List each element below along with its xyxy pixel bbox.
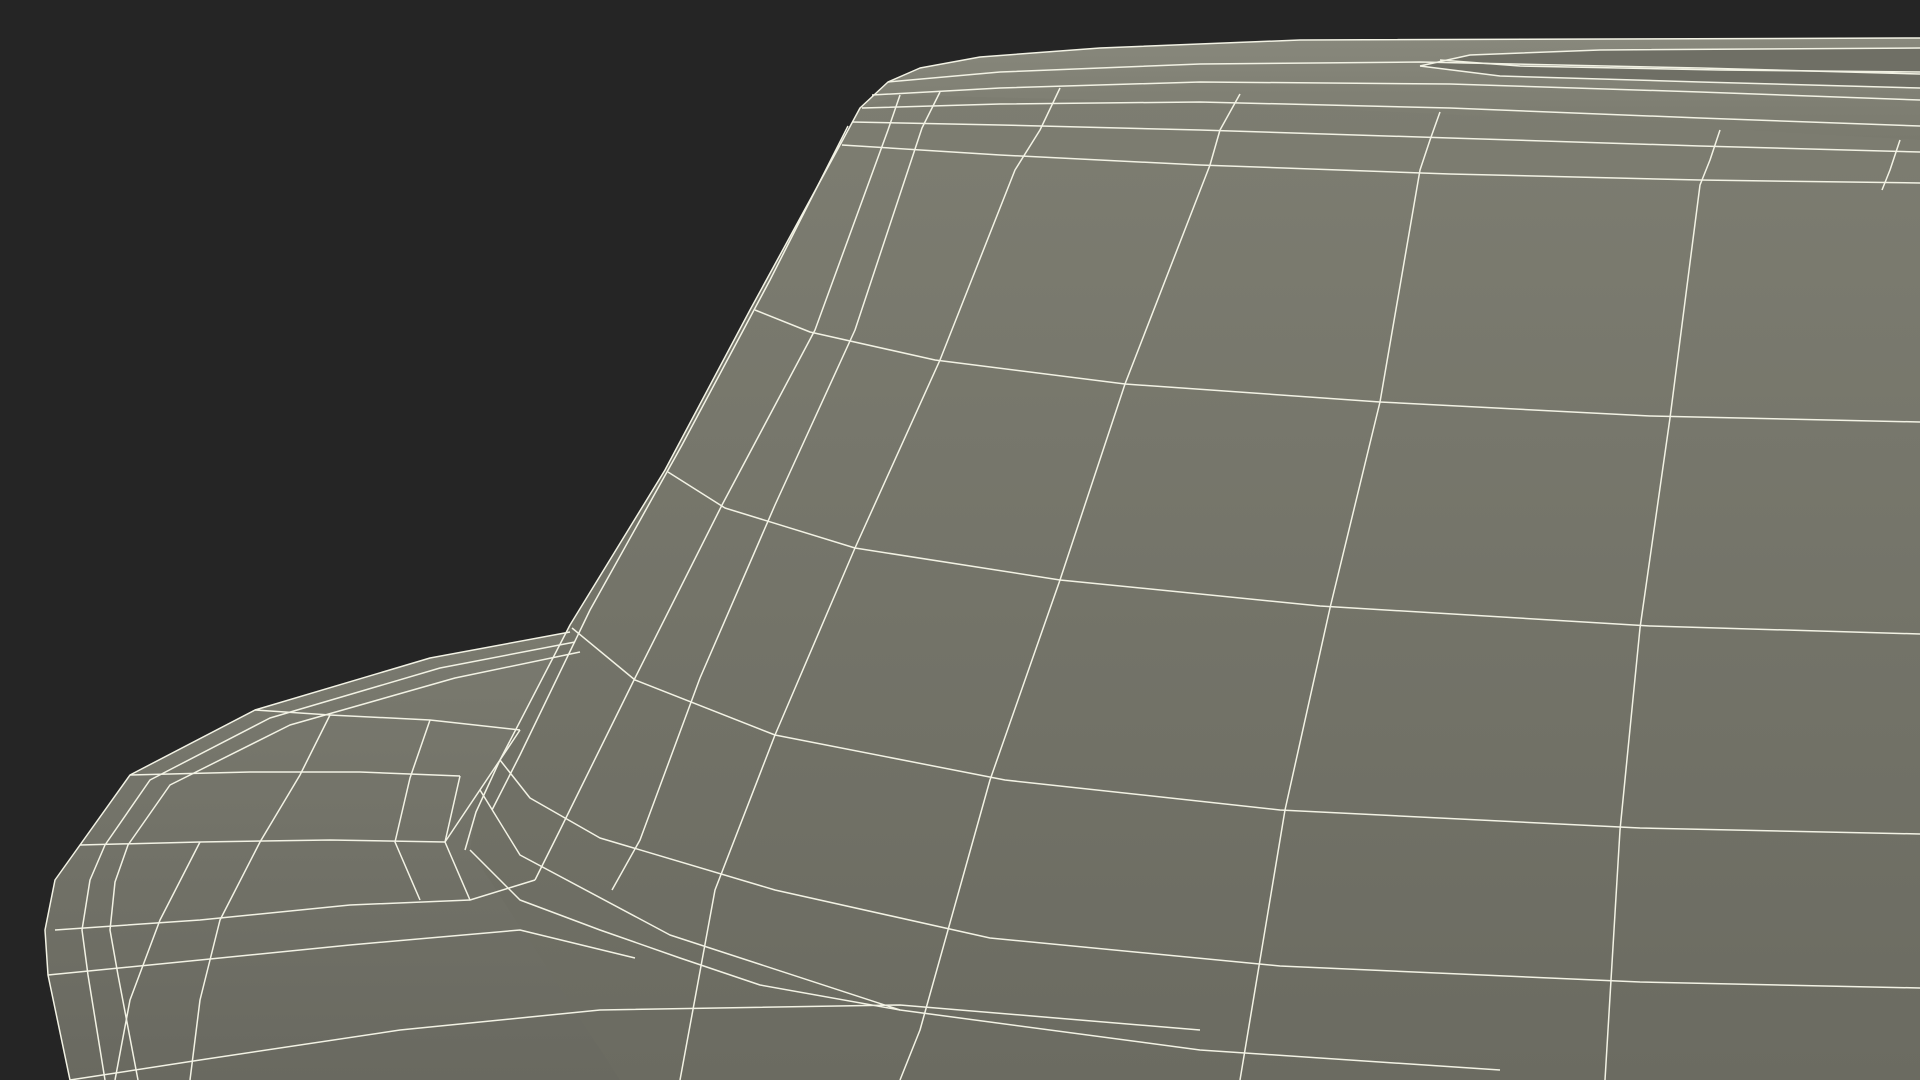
wireframe-render (0, 0, 1920, 1080)
render-viewport (0, 0, 1920, 1080)
